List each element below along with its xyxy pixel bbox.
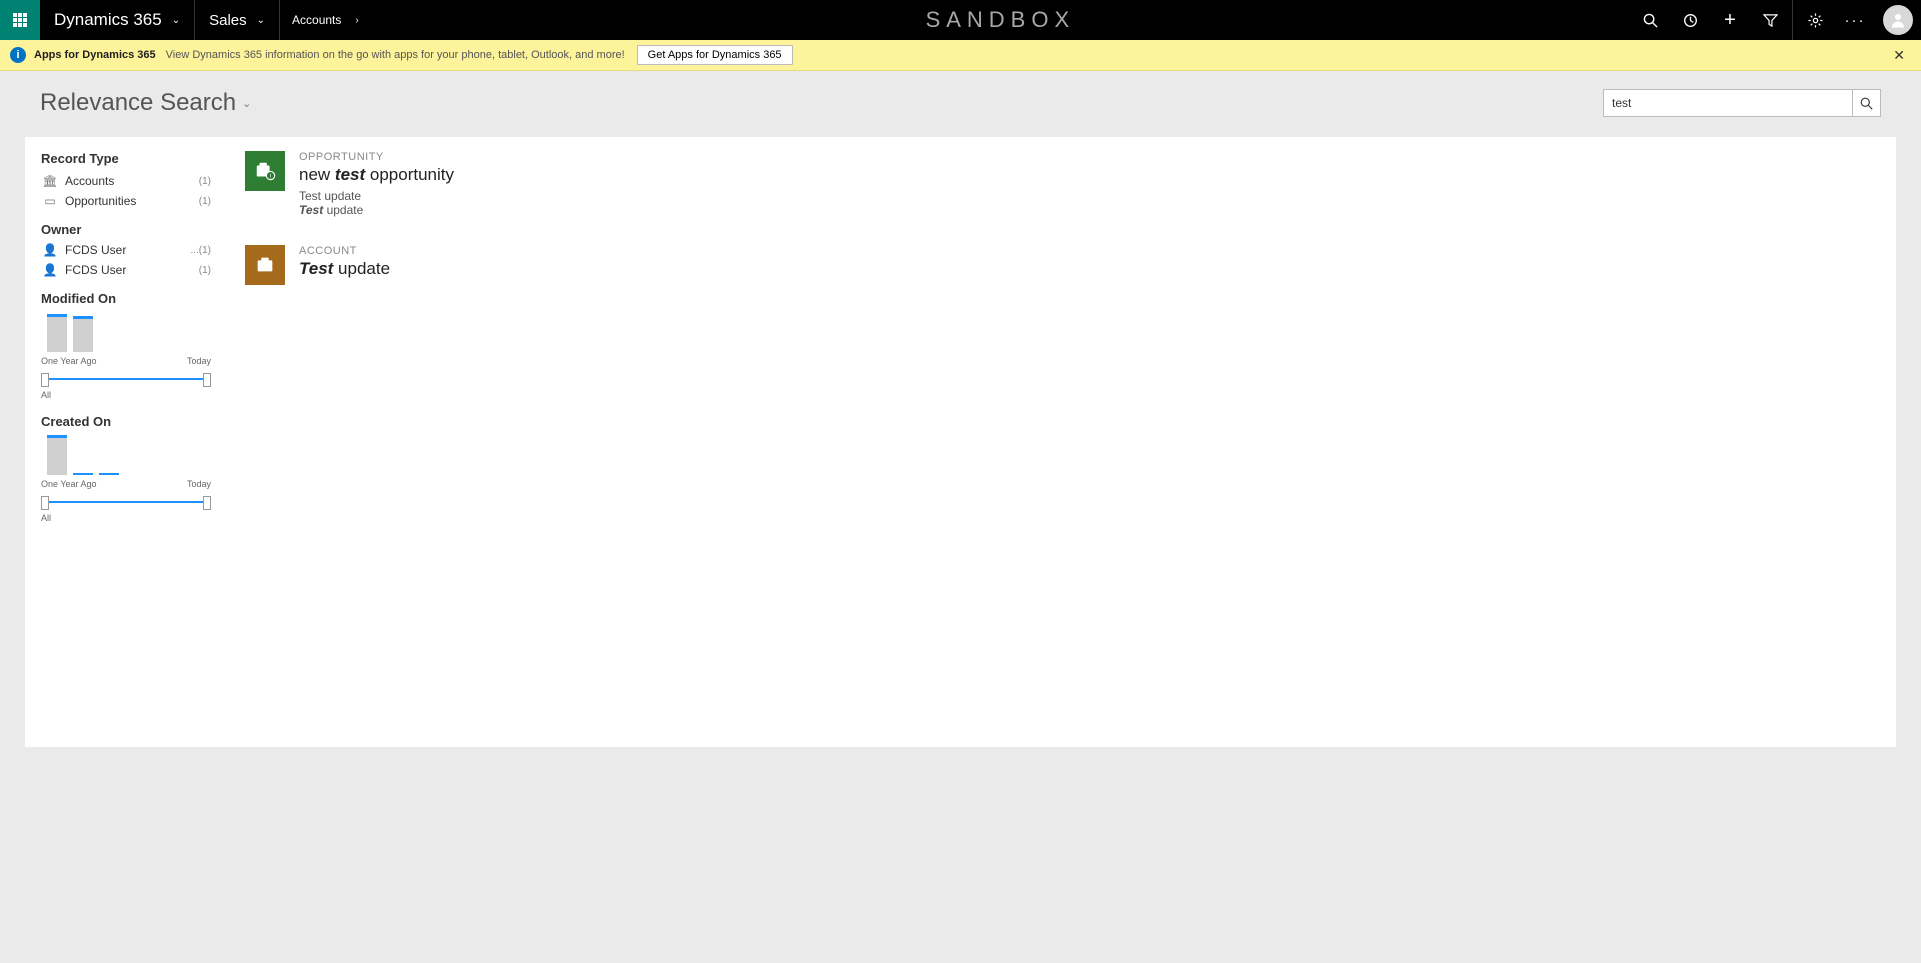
person-icon: 👤: [41, 243, 59, 257]
axis-from: One Year Ago: [41, 479, 97, 489]
search-icon[interactable]: [1630, 13, 1670, 28]
facet-header-owner: Owner: [41, 222, 211, 237]
search-input[interactable]: [1603, 89, 1853, 117]
slider-handle-right[interactable]: [203, 496, 211, 510]
page-title-dropdown[interactable]: Relevance Search ⌄: [40, 89, 251, 117]
brand-menu[interactable]: Dynamics 365 ⌄: [40, 0, 195, 40]
result-entity-type: OPPORTUNITY: [299, 151, 454, 163]
facet-row-accounts[interactable]: 🏛 Accounts (1): [41, 174, 211, 188]
result-title[interactable]: Test update: [299, 259, 390, 279]
chart-tick: [99, 473, 119, 475]
result-line: Test update: [299, 189, 454, 203]
module-menu[interactable]: Sales ⌄: [195, 0, 280, 40]
facet-label: Opportunities: [65, 194, 136, 208]
axis-from: One Year Ago: [41, 356, 97, 366]
brand-label: Dynamics 365: [54, 10, 162, 30]
svg-text:!: !: [270, 173, 272, 180]
apps-banner: i Apps for Dynamics 365 View Dynamics 36…: [0, 40, 1921, 71]
result-account: ACCOUNT Test update: [245, 245, 1876, 285]
slider-handle-left[interactable]: [41, 496, 49, 510]
facet-count: (1): [199, 176, 211, 187]
module-label: Sales: [209, 12, 247, 29]
slider-handle-right[interactable]: [203, 373, 211, 387]
chevron-down-icon: ⌄: [257, 15, 265, 26]
chart-bar: [47, 314, 67, 352]
chart-bar: [47, 435, 67, 475]
content-panel: Record Type 🏛 Accounts (1) ▭ Opportuniti…: [25, 137, 1896, 747]
opportunity-icon: !: [245, 151, 285, 191]
result-opportunity: ! OPPORTUNITY new test opportunity Test …: [245, 151, 1876, 217]
filter-icon[interactable]: [1750, 13, 1790, 28]
modified-on-chart: One Year Ago Today All: [41, 312, 211, 400]
settings-icon[interactable]: [1795, 13, 1835, 28]
facet-count: (1): [199, 265, 211, 276]
created-on-chart: One Year Ago Today All: [41, 435, 211, 523]
get-apps-button[interactable]: Get Apps for Dynamics 365: [637, 45, 793, 65]
person-icon: 👤: [41, 263, 59, 277]
add-icon[interactable]: +: [1710, 9, 1750, 32]
axis-to: Today: [187, 479, 211, 489]
created-on-slider[interactable]: [41, 497, 211, 507]
page-title-label: Relevance Search: [40, 89, 236, 117]
slider-label: All: [41, 390, 211, 400]
modified-on-slider[interactable]: [41, 374, 211, 384]
banner-title: Apps for Dynamics 365: [34, 49, 156, 61]
banner-description: View Dynamics 365 information on the go …: [166, 49, 625, 61]
facet-row-opportunities[interactable]: ▭ Opportunities (1): [41, 194, 211, 208]
app-launcher-button[interactable]: [0, 0, 40, 40]
chevron-down-icon: ⌄: [172, 15, 180, 26]
chevron-right-icon: ›: [355, 15, 358, 26]
chevron-down-icon: ⌄: [242, 97, 251, 110]
results-list: ! OPPORTUNITY new test opportunity Test …: [225, 137, 1896, 747]
opportunities-icon: ▭: [41, 194, 59, 208]
account-icon: [245, 245, 285, 285]
top-nav: Dynamics 365 ⌄ Sales ⌄ Accounts › SANDBO…: [0, 0, 1921, 40]
facet-count: ...(1): [190, 245, 211, 256]
slider-label: All: [41, 513, 211, 523]
accounts-icon: 🏛: [41, 174, 59, 188]
facet-header-modified: Modified On: [41, 291, 211, 306]
user-avatar[interactable]: [1883, 5, 1913, 35]
result-title[interactable]: new test opportunity: [299, 165, 454, 185]
chart-tick: [73, 473, 93, 475]
close-banner-button[interactable]: ✕: [1887, 47, 1911, 64]
axis-to: Today: [187, 356, 211, 366]
facet-row-owner[interactable]: 👤 FCDS User ...(1): [41, 243, 211, 257]
facet-label: Accounts: [65, 174, 114, 188]
slider-handle-left[interactable]: [41, 373, 49, 387]
facet-header-created: Created On: [41, 414, 211, 429]
result-entity-type: ACCOUNT: [299, 245, 390, 257]
recent-icon[interactable]: [1670, 13, 1710, 28]
facet-count: (1): [199, 196, 211, 207]
result-line: Test update: [299, 203, 454, 217]
facet-label: FCDS User: [65, 243, 126, 257]
facet-label: FCDS User: [65, 263, 126, 277]
facets-sidebar: Record Type 🏛 Accounts (1) ▭ Opportuniti…: [25, 137, 225, 747]
chart-bar: [73, 316, 93, 352]
page-header: Relevance Search ⌄: [0, 71, 1921, 127]
nav-right: + ···: [1630, 0, 1921, 40]
facet-row-owner[interactable]: 👤 FCDS User (1): [41, 263, 211, 277]
environment-badge: SANDBOX: [371, 0, 1630, 40]
facet-header-record-type: Record Type: [41, 151, 211, 166]
breadcrumb-label: Accounts: [292, 13, 341, 27]
info-icon: i: [10, 47, 26, 63]
search-button[interactable]: [1853, 89, 1881, 117]
more-icon[interactable]: ···: [1835, 12, 1875, 29]
waffle-icon: [13, 13, 27, 27]
breadcrumb-item[interactable]: Accounts ›: [280, 0, 371, 40]
